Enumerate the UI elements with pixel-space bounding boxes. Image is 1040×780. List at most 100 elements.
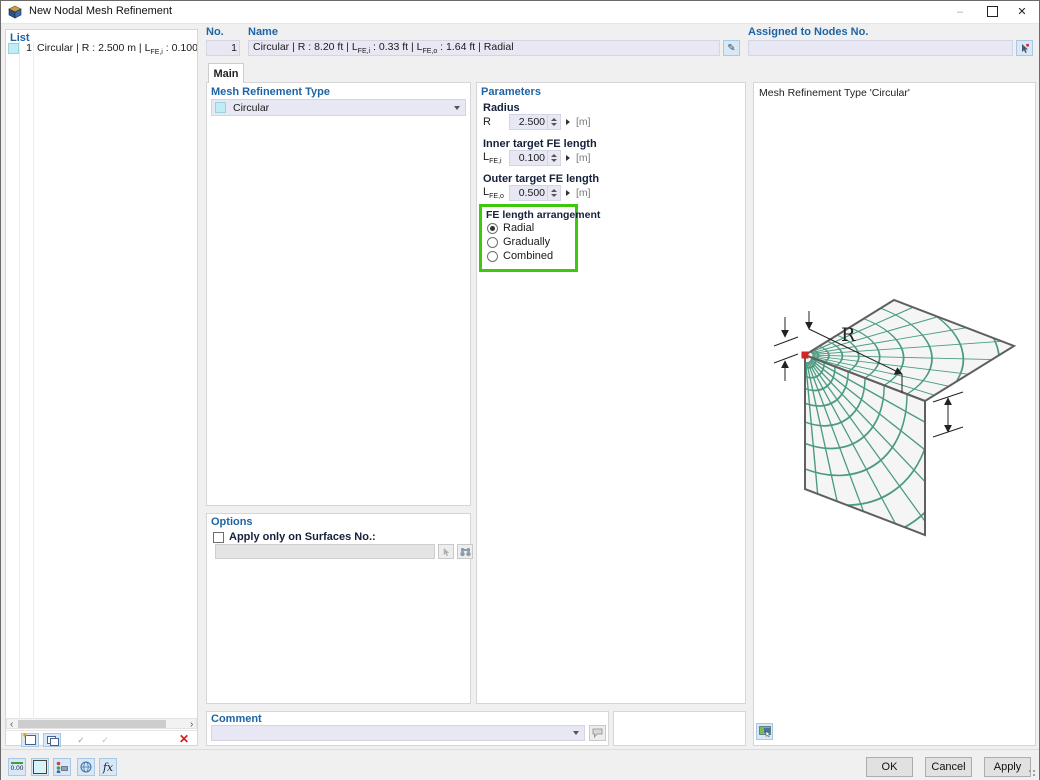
radio-gradually[interactable]: Gradually: [487, 236, 550, 248]
assigned-nodes-label: Assigned to Nodes No.: [748, 26, 1034, 38]
comment-panel: Comment: [206, 711, 609, 746]
app-icon: [8, 5, 22, 19]
select-nodes-button[interactable]: [1016, 40, 1033, 56]
apply-surfaces-checkbox[interactable]: [213, 532, 224, 543]
unit-popup-icon[interactable]: [566, 190, 570, 196]
help-globe-button[interactable]: [77, 758, 95, 776]
outer-fe-symbol: LFE,o: [483, 186, 509, 200]
comment-combobox[interactable]: [211, 725, 585, 741]
color-swatch: [8, 43, 19, 54]
assigned-nodes-group: Assigned to Nodes No.: [748, 26, 1034, 59]
globe-icon: [80, 761, 92, 773]
type-value: Circular: [233, 102, 269, 114]
fx-icon: fx: [103, 761, 113, 774]
chevron-down-icon: [573, 731, 579, 735]
apply-surfaces-label: Apply only on Surfaces No.:: [229, 531, 376, 543]
edit-name-button[interactable]: ✎: [723, 40, 740, 56]
tab-main[interactable]: Main: [208, 63, 244, 83]
radio-gradually-label: Gradually: [503, 236, 550, 248]
name-input[interactable]: Circular | R : 8.20 ft | LFE,i : 0.33 ft…: [248, 40, 720, 56]
radio-radial[interactable]: Radial: [487, 222, 534, 234]
copy-item-button[interactable]: [43, 733, 61, 747]
decimal-places-button[interactable]: 0.00: [8, 758, 26, 776]
spinner[interactable]: [547, 115, 560, 129]
inner-fe-label: Inner target FE length: [483, 138, 597, 150]
assigned-nodes-input[interactable]: [748, 40, 1013, 56]
radio-icon[interactable]: [487, 223, 498, 234]
scroll-right-icon[interactable]: ›: [190, 720, 193, 729]
options-panel: Options Apply only on Surfaces No.:: [206, 513, 471, 704]
spinner[interactable]: [547, 186, 560, 200]
outer-fe-unit: [m]: [576, 187, 591, 199]
unit-popup-icon[interactable]: [566, 119, 570, 125]
color-swatch-icon: [33, 760, 47, 774]
type-dropdown[interactable]: Circular: [211, 99, 466, 116]
new-nodal-mesh-refinement-dialog: { "window": { "title": "New Nodal Mesh R…: [0, 0, 1040, 780]
radio-icon[interactable]: [487, 251, 498, 262]
no-group: No. 1: [206, 26, 242, 59]
preview-color-button[interactable]: [756, 723, 773, 740]
decimal-places-icon: 0.00: [11, 762, 24, 772]
r-dimension-label: R: [841, 324, 856, 346]
spinner[interactable]: [547, 151, 560, 165]
radius-input[interactable]: 2.500: [509, 114, 561, 130]
window-title: New Nodal Mesh Refinement: [29, 5, 172, 17]
copy-icon: [47, 736, 58, 745]
fe-arrangement-label: FE length arrangement: [486, 209, 600, 221]
list-item-text: Circular | R : 2.500 m | LFE,i : 0.100 m…: [37, 42, 197, 55]
list-hscrollbar[interactable]: ‹ ›: [6, 718, 197, 729]
color-swatch-button[interactable]: [31, 758, 49, 776]
maximize-button[interactable]: [977, 1, 1007, 22]
scroll-left-icon[interactable]: ‹: [10, 720, 13, 729]
tab-main-label: Main: [213, 68, 238, 80]
apply-surfaces-row[interactable]: Apply only on Surfaces No.:: [213, 531, 376, 543]
no-field: 1: [206, 40, 240, 56]
delete-item-button[interactable]: ✕: [176, 732, 192, 746]
type-label: Mesh Refinement Type: [211, 86, 330, 98]
fe-arrangement-highlight: FE length arrangement Radial Gradually C…: [479, 204, 578, 272]
apply-button[interactable]: Apply: [984, 757, 1031, 777]
close-button[interactable]: ✕: [1007, 1, 1037, 22]
radius-symbol: R: [483, 116, 509, 128]
list-toolbar: ✦ ✓ ✓ ✕: [6, 730, 197, 747]
minimize-button: –: [945, 1, 975, 22]
display-properties-button[interactable]: [53, 758, 71, 776]
radius-unit: [m]: [576, 116, 591, 128]
binoculars-icon: [460, 547, 471, 557]
surfaces-field-row: [215, 544, 473, 559]
list-panel: List 1 Circular | R : 2.500 m | LFE,i : …: [5, 29, 198, 746]
outer-fe-row: LFE,o 0.500 [m]: [483, 185, 591, 201]
surfaces-input: [215, 544, 435, 559]
list-grid-line: [19, 41, 20, 717]
new-item-button[interactable]: ✦: [21, 733, 39, 747]
preview-panel: Mesh Refinement Type 'Circular': [753, 82, 1036, 746]
inner-fe-row: LFE,i 0.100 [m]: [483, 150, 591, 166]
new-item-icon: ✦: [25, 735, 36, 745]
function-button[interactable]: fx: [99, 758, 117, 776]
maximize-icon: [987, 6, 998, 17]
preview-title: Mesh Refinement Type 'Circular': [759, 87, 910, 99]
list-grid-line: [33, 41, 34, 717]
name-group: Name Circular | R : 8.20 ft | LFE,i : 0.…: [248, 26, 741, 59]
outer-fe-label: Outer target FE length: [483, 173, 599, 185]
ok-button[interactable]: OK: [866, 757, 913, 777]
comment-templates-button[interactable]: [589, 725, 606, 741]
radius-row: R 2.500 [m]: [483, 114, 591, 130]
chevron-down-icon: [454, 106, 460, 110]
list-item-number: 1: [20, 42, 32, 54]
cancel-button[interactable]: Cancel: [925, 757, 972, 777]
outer-fe-input[interactable]: 0.500: [509, 185, 561, 201]
resize-grip[interactable]: [1028, 769, 1036, 777]
list-item[interactable]: 1 Circular | R : 2.500 m | LFE,i : 0.100…: [6, 42, 197, 55]
radio-icon[interactable]: [487, 237, 498, 248]
refined-node-marker: [802, 352, 809, 359]
deselect-all-button: ✓: [96, 733, 114, 747]
parameters-panel: Parameters Radius R 2.500 [m] Inner targ…: [476, 82, 746, 704]
radio-combined[interactable]: Combined: [487, 250, 553, 262]
scrollbar-thumb[interactable]: [18, 720, 166, 728]
title-bar[interactable]: New Nodal Mesh Refinement – ✕: [1, 1, 1039, 24]
inner-fe-input[interactable]: 0.100: [509, 150, 561, 166]
graphic-settings-icon: [759, 726, 771, 737]
unit-popup-icon[interactable]: [566, 155, 570, 161]
pick-cursor-icon: [1019, 43, 1030, 54]
